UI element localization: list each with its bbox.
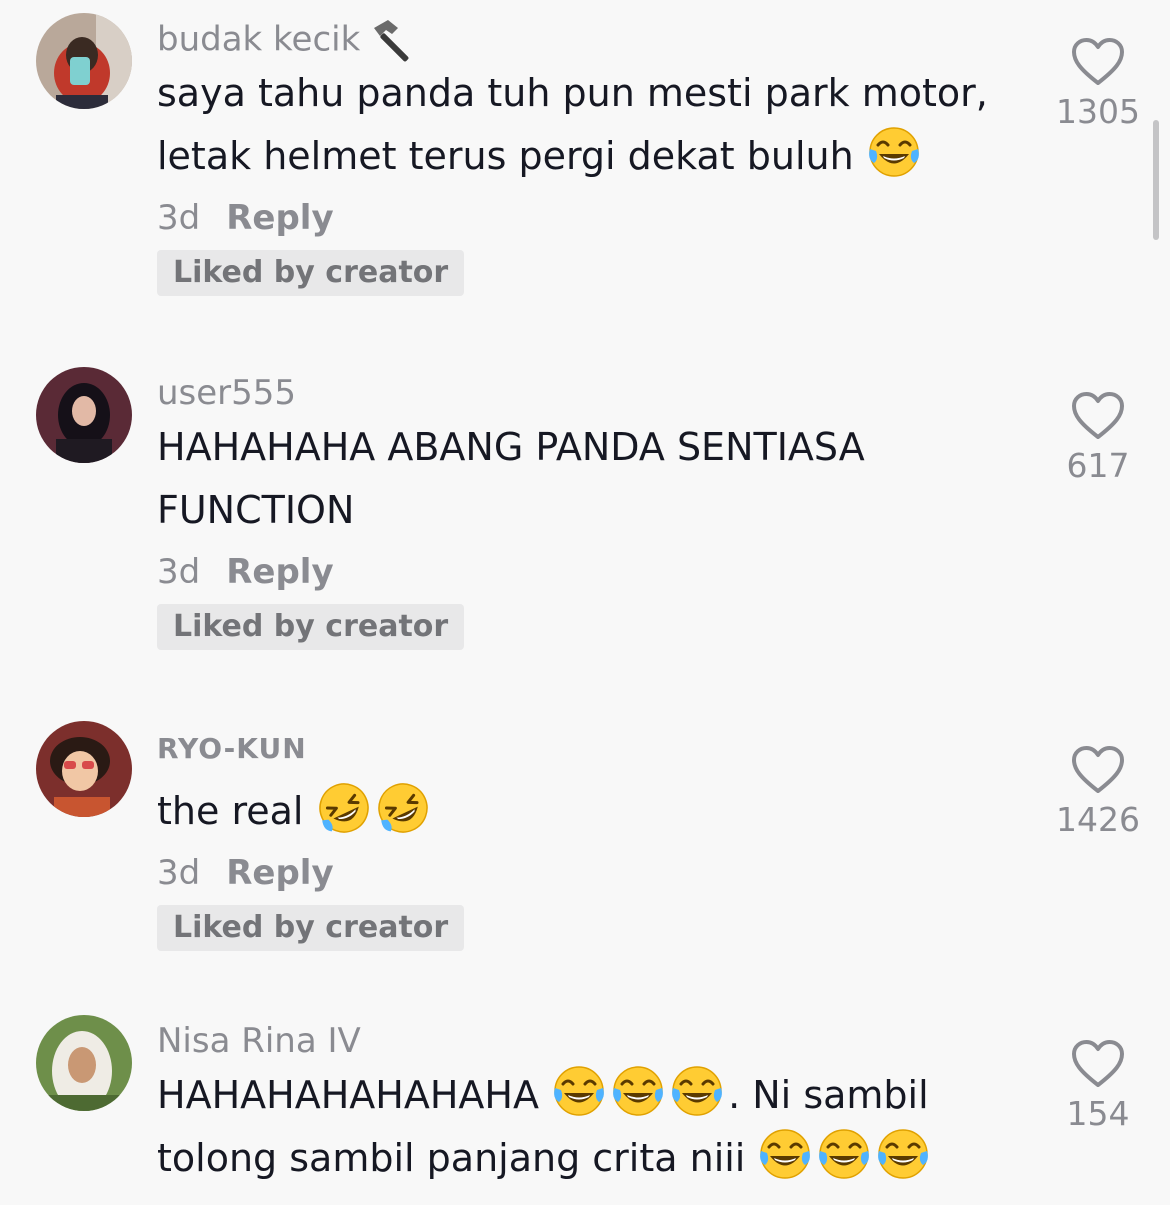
like-count: 1305 — [1056, 92, 1140, 131]
avatar[interactable] — [36, 721, 132, 817]
comment-meta: 3d Reply — [157, 542, 1017, 602]
comment-text: HAHAHAHA ABANG PANDA SENTIASA FUNCTION — [157, 425, 865, 532]
comment-username[interactable]: RYO-KUN — [157, 726, 1017, 772]
like-count: 154 — [1066, 1094, 1130, 1133]
comment-text: the real — [157, 780, 1017, 843]
heart-icon[interactable] — [1070, 744, 1126, 796]
liked-by-creator-badge: Liked by creator — [157, 905, 465, 951]
hammer-icon — [368, 16, 418, 66]
like-count: 617 — [1066, 446, 1130, 485]
heart-icon[interactable] — [1070, 36, 1126, 88]
comment-username[interactable]: budak kecik — [157, 16, 1017, 62]
avatar[interactable] — [36, 367, 132, 463]
reply-button[interactable]: Reply — [226, 552, 333, 592]
reply-button[interactable]: Reply — [226, 198, 333, 238]
tears-of-joy-emoji-icon — [757, 1127, 813, 1183]
tears-of-joy-emoji-icon — [875, 1127, 931, 1183]
comment-text: saya tahu panda tuh pun mesti park motor… — [157, 62, 1017, 188]
rolling-on-floor-laughing-emoji-icon — [316, 780, 372, 836]
tears-of-joy-emoji-icon — [866, 125, 922, 181]
like-button[interactable]: 154 — [1048, 1038, 1148, 1136]
like-count: 1426 — [1056, 800, 1140, 839]
comment-username[interactable]: user555 — [157, 370, 1017, 416]
comment-time: 3d — [157, 853, 201, 893]
comment-username[interactable]: Nisa Rina IV — [157, 1018, 1017, 1064]
scrollbar[interactable] — [1153, 120, 1159, 240]
comment-time: 3d — [157, 198, 201, 238]
comment-text: HAHAHAHAHAHAHA . Ni sambil tolong sambil… — [157, 1064, 1017, 1190]
liked-by-creator-badge: Liked by creator — [157, 250, 465, 296]
reply-button[interactable]: Reply — [226, 853, 333, 893]
tears-of-joy-emoji-icon — [551, 1064, 607, 1120]
like-button[interactable]: 1305 — [1048, 36, 1148, 134]
liked-by-creator-badge: Liked by creator — [157, 604, 465, 650]
tears-of-joy-emoji-icon — [669, 1064, 725, 1120]
comment-meta: 3d Reply — [157, 188, 1017, 248]
avatar[interactable] — [36, 13, 132, 109]
tears-of-joy-emoji-icon — [816, 1127, 872, 1183]
comment-time: 3d — [157, 552, 201, 592]
heart-icon[interactable] — [1070, 1038, 1126, 1090]
avatar[interactable] — [36, 1015, 132, 1111]
heart-icon[interactable] — [1070, 390, 1126, 442]
rolling-on-floor-laughing-emoji-icon — [375, 780, 431, 836]
like-button[interactable]: 1426 — [1048, 744, 1148, 842]
tears-of-joy-emoji-icon — [610, 1064, 666, 1120]
like-button[interactable]: 617 — [1048, 390, 1148, 488]
comment-meta: 3d Reply — [157, 843, 1017, 903]
